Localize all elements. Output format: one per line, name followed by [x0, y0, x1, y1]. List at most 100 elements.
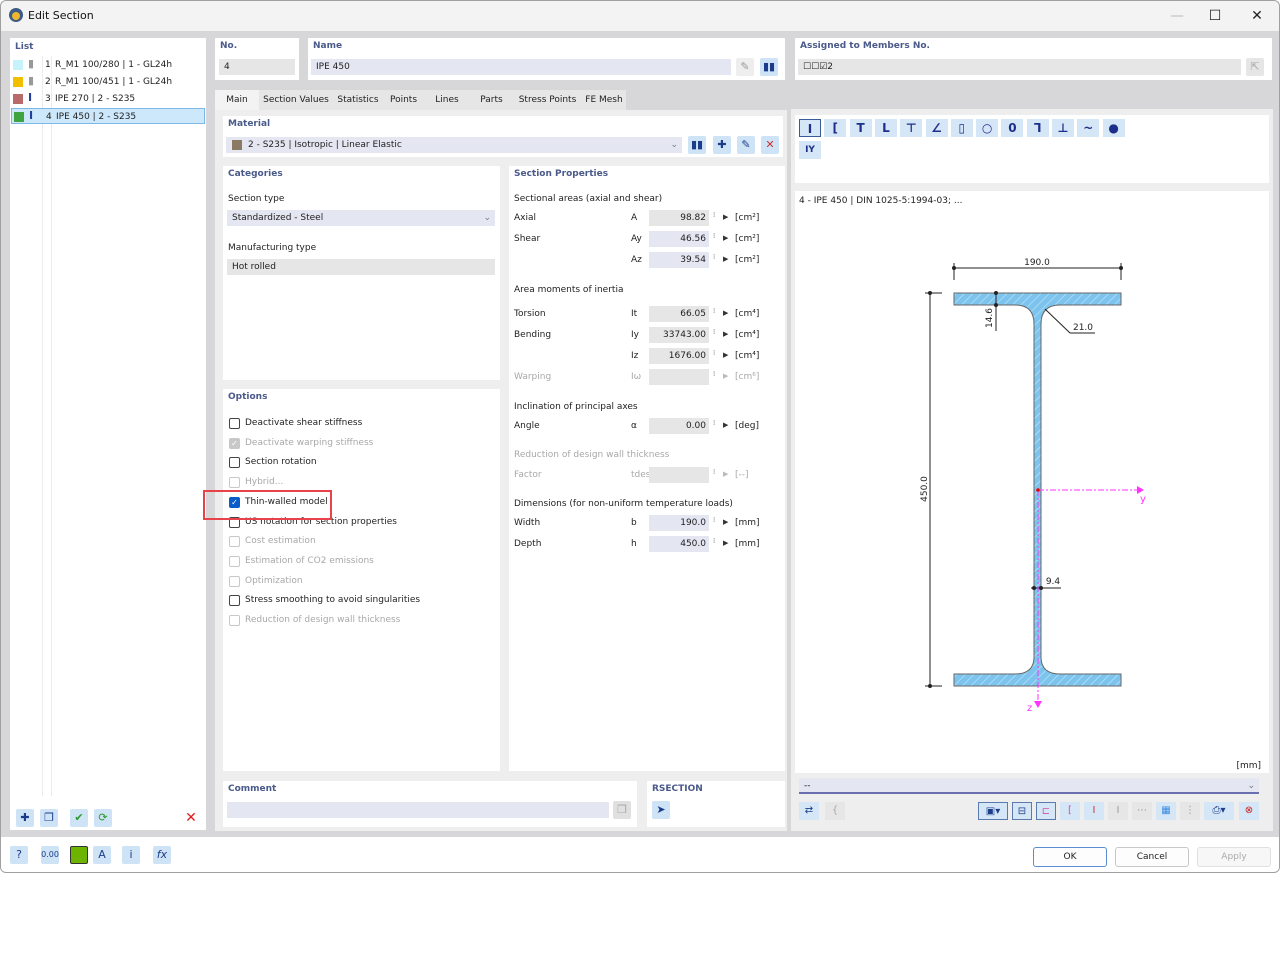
expand-arrow-icon[interactable]: ▶ — [723, 518, 728, 526]
shape-type-button[interactable]: T — [849, 119, 872, 137]
display-properties-icon[interactable]: A — [93, 846, 111, 864]
property-value-field[interactable] — [649, 369, 709, 385]
property-value-field[interactable]: 66.05 — [649, 306, 709, 322]
property-value-field[interactable] — [649, 467, 709, 483]
shape-type-button[interactable]: L — [874, 119, 897, 137]
expand-arrow-icon[interactable]: ▶ — [723, 234, 728, 242]
material-library-icon[interactable]: ▮▮ — [688, 136, 706, 154]
checkbox-section-rotation[interactable] — [229, 457, 240, 469]
tab-statistics[interactable]: Statistics — [333, 90, 383, 110]
decimal-places-icon[interactable]: 0.00 — [41, 846, 59, 864]
spinner-icon[interactable]: ⁞ — [713, 516, 715, 524]
expand-arrow-icon[interactable]: ▶ — [723, 213, 728, 221]
check-all-icon[interactable]: ✔ — [70, 809, 88, 827]
assigned-members-field[interactable]: ☐☐☑2 — [798, 59, 1241, 75]
bracket-icon[interactable]: { — [825, 802, 845, 820]
spinner-icon[interactable]: ⁞ — [713, 468, 715, 476]
spinner-icon[interactable]: ⁞ — [713, 328, 715, 336]
tab-section-values[interactable]: Section Values — [259, 90, 333, 110]
tab-stress-points[interactable]: Stress Points — [513, 90, 582, 110]
select-members-icon[interactable]: ⇱ — [1246, 58, 1264, 76]
ruler-icon[interactable]: ⋮ — [1180, 802, 1200, 820]
spinner-icon[interactable]: ⁞ — [713, 211, 715, 219]
expand-arrow-icon[interactable]: ▶ — [723, 470, 728, 478]
new-section-icon[interactable]: ✚ — [16, 809, 34, 827]
property-value-field[interactable]: 450.0 — [649, 536, 709, 552]
axes-icon[interactable]: ⊏ — [1036, 802, 1056, 820]
renumber-icon[interactable]: ⟳ — [94, 809, 112, 827]
list-item[interactable]: I 4 IPE 450 | 2 - S235 — [11, 108, 205, 124]
expand-arrow-icon[interactable]: ▶ — [723, 351, 728, 359]
property-value-field[interactable]: 190.0 — [649, 515, 709, 531]
minimize-button[interactable]: — — [1159, 5, 1195, 27]
spinner-icon[interactable]: ⁞ — [713, 349, 715, 357]
edit-material-icon[interactable]: ✎ — [737, 136, 755, 154]
formula-icon[interactable]: fx — [153, 846, 171, 864]
list-item[interactable]: ▮ 1 R_M1 100/280 | 1 - GL24h — [11, 57, 205, 73]
shape-type-button[interactable]: ⊥ — [1052, 119, 1074, 137]
checkbox-hybrid[interactable] — [229, 477, 240, 489]
spinner-icon[interactable]: ⁞ — [713, 232, 715, 240]
tab-points[interactable]: Points — [383, 90, 424, 110]
shape-type-button[interactable]: ~ — [1077, 119, 1100, 137]
checkbox-reduction-of-design-wall-thickness[interactable] — [229, 615, 240, 626]
close-button[interactable]: ✕ — [1239, 5, 1275, 27]
cancel-button[interactable]: Cancel — [1115, 847, 1189, 867]
material-select[interactable]: 2 - S235 | Isotropic | Linear Elastic ⌄ — [226, 137, 682, 153]
property-value-field[interactable]: 46.56 — [649, 231, 709, 247]
checkbox-stress-smoothing-to-avoid-singularities[interactable] — [229, 595, 240, 607]
shape-type-button[interactable]: ○ — [976, 119, 999, 137]
checkbox-deactivate-shear-stiffness[interactable] — [229, 418, 240, 429]
dimensions-icon[interactable]: ⊟ — [1012, 802, 1032, 820]
property-value-field[interactable]: 98.82 — [649, 210, 709, 226]
list-item[interactable]: ▮ 2 R_M1 100/451 | 1 - GL24h — [11, 74, 205, 90]
checkbox-cost-estimation[interactable] — [229, 536, 240, 548]
refresh-view-icon[interactable]: ⇄ — [799, 802, 819, 820]
number-field[interactable]: 4 — [219, 59, 295, 75]
library-icon[interactable]: ▮▮ — [760, 58, 778, 76]
checkbox-deactivate-warping-stiffness[interactable]: ✓ — [229, 437, 240, 449]
delete-material-icon[interactable]: ✕ — [761, 136, 779, 154]
property-value-field[interactable]: 39.54 — [649, 252, 709, 268]
help-icon[interactable]: ? — [10, 846, 28, 864]
expand-arrow-icon[interactable]: ▶ — [723, 372, 728, 380]
color-icon[interactable] — [70, 846, 88, 864]
spinner-icon[interactable]: ⁞ — [713, 253, 715, 261]
reset-view-icon[interactable]: ⊗ — [1239, 802, 1259, 820]
shape-type-button[interactable]: ⊤ — [900, 119, 923, 137]
tab-main[interactable]: Main — [215, 90, 259, 110]
display-mode-icon[interactable]: ▣▾ — [978, 802, 1008, 820]
tab-lines[interactable]: Lines — [424, 90, 470, 110]
expand-arrow-icon[interactable]: ▶ — [723, 539, 728, 547]
preview-view-select[interactable]: -- ⌄ — [799, 778, 1259, 794]
spinner-icon[interactable]: ⁞ — [713, 419, 715, 427]
list-item[interactable]: I 3 IPE 270 | 2 - S235 — [11, 91, 205, 107]
spinner-icon[interactable]: ⁞ — [713, 307, 715, 315]
shape-type-button[interactable]: 0 — [1001, 119, 1024, 137]
grid-icon[interactable]: ▦ — [1156, 802, 1176, 820]
comment-library-icon[interactable]: ❐ — [613, 801, 631, 819]
property-value-field[interactable]: 1676.00 — [649, 348, 709, 364]
shape-type-button[interactable]: ● — [1102, 119, 1125, 137]
shape-type-button[interactable]: ∠ — [925, 119, 948, 137]
shape-type-button[interactable]: ▯ — [950, 119, 973, 137]
name-field[interactable]: IPE 450 — [311, 59, 731, 75]
tab-fe-mesh[interactable]: FE Mesh — [582, 90, 626, 110]
checkbox-optimization[interactable] — [229, 575, 240, 587]
expand-arrow-icon[interactable]: ▶ — [723, 330, 728, 338]
print-icon[interactable]: ⎙▾ — [1204, 802, 1234, 820]
expand-arrow-icon[interactable]: ▶ — [723, 309, 728, 317]
shape-type-button[interactable]: I — [799, 119, 821, 137]
maximize-button[interactable]: ☐ — [1197, 5, 1233, 27]
tab-parts[interactable]: Parts — [470, 90, 513, 110]
copy-section-icon[interactable]: ❐ — [40, 809, 58, 827]
property-value-field[interactable]: 33743.00 — [649, 327, 709, 343]
section-type-select[interactable]: Standardized - Steel ⌄ — [227, 210, 495, 226]
apply-button[interactable]: Apply — [1197, 847, 1271, 867]
manufacturing-type-field[interactable]: Hot rolled — [227, 259, 495, 275]
new-material-icon[interactable]: ✚ — [713, 136, 731, 154]
outline-icon[interactable]: I — [1108, 802, 1128, 820]
shape-type-button[interactable]: IY — [799, 141, 821, 159]
ok-button[interactable]: OK — [1033, 847, 1107, 867]
edit-name-icon[interactable]: ✎ — [736, 58, 754, 76]
